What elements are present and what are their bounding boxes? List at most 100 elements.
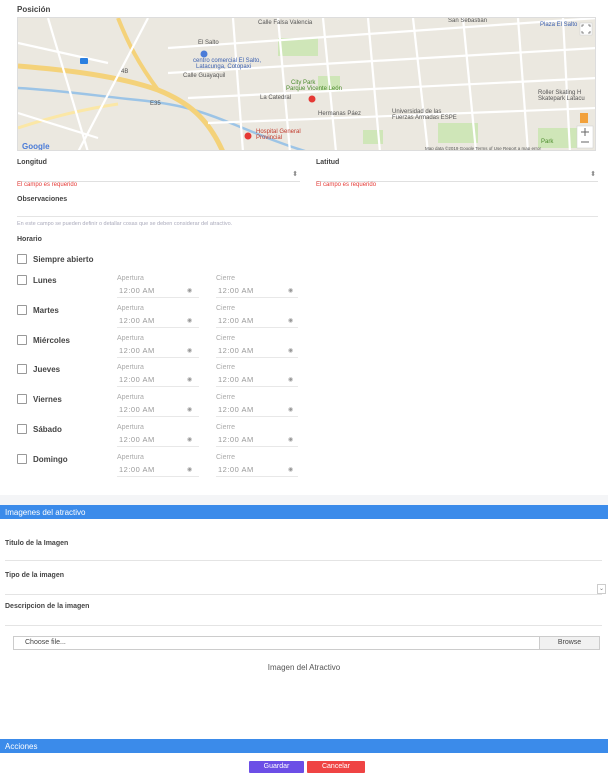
- clock-icon[interactable]: ◉: [187, 347, 192, 354]
- day-checkbox[interactable]: [17, 394, 27, 404]
- cierre-label: Cierre: [216, 394, 236, 401]
- spinner-icon[interactable]: ⬍: [292, 171, 298, 179]
- cancelar-button[interactable]: Cancelar: [307, 761, 365, 773]
- clock-icon[interactable]: ◉: [288, 317, 293, 324]
- clock-icon[interactable]: ◉: [288, 466, 293, 473]
- map-label: Calle Guayaquil: [183, 73, 226, 79]
- descripcion-input[interactable]: [5, 625, 602, 626]
- apertura-underline: [117, 446, 199, 447]
- google-logo: Google: [22, 142, 50, 151]
- cierre-underline: [216, 386, 298, 387]
- map-label: Calle Falsa Valencia: [258, 20, 313, 26]
- cierre-label: Cierre: [216, 305, 236, 312]
- siempre-abierto-checkbox[interactable]: [17, 254, 27, 264]
- apertura-time[interactable]: 12:00 AM: [119, 465, 155, 474]
- day-checkbox[interactable]: [17, 335, 27, 345]
- acciones-header: Acciones: [0, 739, 608, 753]
- apertura-label: Apertura: [117, 305, 144, 312]
- observaciones-label: Observaciones: [17, 196, 68, 203]
- cierre-time[interactable]: 12:00 AM: [218, 435, 254, 444]
- day-checkbox[interactable]: [17, 454, 27, 464]
- guardar-button[interactable]: Guardar: [249, 761, 304, 773]
- map-label: Hermanas Páez: [318, 111, 362, 117]
- apertura-label: Apertura: [117, 275, 144, 282]
- browse-button[interactable]: Browse: [539, 637, 599, 649]
- section-gap: [0, 495, 608, 505]
- cierre-label: Cierre: [216, 364, 236, 371]
- titulo-label: Titulo de la Imagen: [5, 540, 69, 547]
- cierre-time[interactable]: 12:00 AM: [218, 465, 254, 474]
- day-checkbox[interactable]: [17, 424, 27, 434]
- apertura-time[interactable]: 12:00 AM: [119, 316, 155, 325]
- horario-label: Horario: [17, 236, 42, 243]
- tipo-label: Tipo de la imagen: [5, 572, 64, 579]
- map-label: Latacunga, Cotopaxi: [196, 64, 252, 70]
- day-label: Martes: [33, 306, 59, 315]
- clock-icon[interactable]: ◉: [187, 376, 192, 383]
- latitud-label: Latitud: [316, 159, 340, 166]
- day-label: Jueves: [33, 365, 61, 374]
- siempre-abierto-label: Siempre abierto: [33, 255, 94, 264]
- day-checkbox[interactable]: [17, 275, 27, 285]
- map-label: San Sebastián: [448, 18, 488, 24]
- apertura-underline: [117, 327, 199, 328]
- day-label: Domingo: [33, 455, 68, 464]
- map-label: E35: [150, 101, 161, 107]
- cierre-time[interactable]: 12:00 AM: [218, 286, 254, 295]
- cierre-underline: [216, 476, 298, 477]
- clock-icon[interactable]: ◉: [288, 436, 293, 443]
- apertura-time[interactable]: 12:00 AM: [119, 346, 155, 355]
- descripcion-label: Descripcion de la imagen: [5, 603, 90, 610]
- apertura-time[interactable]: 12:00 AM: [119, 435, 155, 444]
- longitud-error: El campo es requerido: [17, 182, 78, 188]
- tipo-select[interactable]: [5, 594, 602, 595]
- apertura-label: Apertura: [117, 394, 144, 401]
- apertura-time[interactable]: 12:00 AM: [119, 286, 155, 295]
- clock-icon[interactable]: ◉: [187, 287, 192, 294]
- cierre-time[interactable]: 12:00 AM: [218, 375, 254, 384]
- map-label: La Catedral: [260, 95, 292, 101]
- map-label: Plaza El Salto: [540, 22, 578, 28]
- spinner-icon[interactable]: ⬍: [590, 171, 596, 179]
- posicion-label: Posición: [17, 5, 51, 14]
- clock-icon[interactable]: ◉: [187, 317, 192, 324]
- clock-icon[interactable]: ◉: [187, 436, 192, 443]
- clock-icon[interactable]: ◉: [288, 406, 293, 413]
- day-checkbox[interactable]: [17, 305, 27, 315]
- cierre-label: Cierre: [216, 275, 236, 282]
- map[interactable]: Calle Falsa Valencia El Salto centro com…: [17, 17, 596, 151]
- cierre-time[interactable]: 12:00 AM: [218, 346, 254, 355]
- cierre-time[interactable]: 12:00 AM: [218, 405, 254, 414]
- file-placeholder: Choose file...: [25, 639, 66, 646]
- day-label: Lunes: [33, 276, 57, 285]
- map-label: 4B: [121, 69, 129, 75]
- cierre-time[interactable]: 12:00 AM: [218, 316, 254, 325]
- apertura-underline: [117, 357, 199, 358]
- day-checkbox[interactable]: [17, 364, 27, 374]
- map-label: Parque Vicente León: [286, 86, 342, 92]
- longitud-input[interactable]: ⬍: [17, 170, 300, 182]
- day-label: Sábado: [33, 425, 62, 434]
- latitud-input[interactable]: ⬍: [316, 170, 598, 182]
- apertura-time[interactable]: 12:00 AM: [119, 375, 155, 384]
- map-label: Provincial: [256, 135, 283, 141]
- latitud-error: El campo es requerido: [316, 182, 377, 188]
- apertura-time[interactable]: 12:00 AM: [119, 405, 155, 414]
- cierre-underline: [216, 327, 298, 328]
- clock-icon[interactable]: ◉: [288, 376, 293, 383]
- observaciones-input[interactable]: [17, 216, 598, 217]
- day-label: Miércoles: [33, 336, 70, 345]
- apertura-label: Apertura: [117, 364, 144, 371]
- cierre-label: Cierre: [216, 454, 236, 461]
- apertura-underline: [117, 416, 199, 417]
- chevron-down-icon[interactable]: ⌄: [597, 584, 606, 594]
- clock-icon[interactable]: ◉: [187, 406, 192, 413]
- clock-icon[interactable]: ◉: [288, 347, 293, 354]
- file-input[interactable]: Choose file... Browse: [13, 636, 600, 650]
- clock-icon[interactable]: ◉: [288, 287, 293, 294]
- cierre-label: Cierre: [216, 335, 236, 342]
- map-label: Skatepark Latacu: [538, 96, 585, 102]
- titulo-input[interactable]: [5, 560, 602, 561]
- image-preview-text: Imagen del Atractivo: [267, 663, 341, 672]
- clock-icon[interactable]: ◉: [187, 466, 192, 473]
